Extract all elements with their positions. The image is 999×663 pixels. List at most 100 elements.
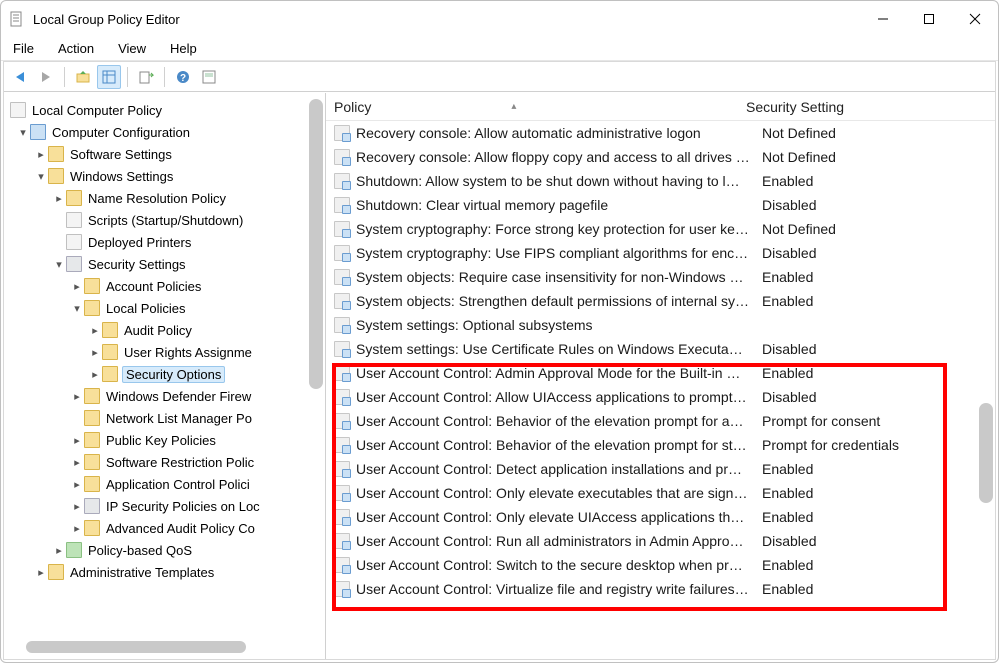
collapse-icon[interactable]: ▾ [52,258,66,271]
tree-security-settings[interactable]: ▾Security Settings [10,253,325,275]
tree-deployed-printers[interactable]: Deployed Printers [10,231,325,253]
tree-account-policies[interactable]: ▸Account Policies [10,275,325,297]
expand-icon[interactable]: ▸ [88,324,102,337]
help-button[interactable]: ? [171,65,195,89]
policy-row[interactable]: System objects: Strengthen default permi… [326,289,995,313]
up-button[interactable] [71,65,95,89]
policy-name: Recovery console: Allow floppy copy and … [356,149,762,165]
tree-local-policies[interactable]: ▾Local Policies [10,297,325,319]
tree-panel: Local Computer Policy ▾Computer Configur… [4,93,326,659]
tree-software-settings[interactable]: ▸Software Settings [10,143,325,165]
tree-name-resolution[interactable]: ▸Name Resolution Policy [10,187,325,209]
tree-root[interactable]: Local Computer Policy [10,99,325,121]
tree-advanced-audit[interactable]: ▸Advanced Audit Policy Co [10,517,325,539]
policy-row[interactable]: User Account Control: Only elevate execu… [326,481,995,505]
expand-icon[interactable]: ▸ [52,192,66,205]
expand-icon[interactable]: ▸ [88,368,102,381]
policy-icon [334,341,350,357]
menu-file[interactable]: File [13,41,34,56]
collapse-icon[interactable]: ▾ [70,302,84,315]
policy-row[interactable]: Shutdown: Allow system to be shut down w… [326,169,995,193]
policy-row[interactable]: Recovery console: Allow automatic admini… [326,121,995,145]
policy-row[interactable]: System cryptography: Force strong key pr… [326,217,995,241]
tree-software-restriction[interactable]: ▸Software Restriction Polic [10,451,325,473]
column-header[interactable]: Policy▴ Security Setting [326,93,995,121]
policy-row[interactable]: Shutdown: Clear virtual memory pagefileD… [326,193,995,217]
collapse-icon[interactable]: ▾ [34,170,48,183]
policy-name: System settings: Use Certificate Rules o… [356,341,762,357]
policy-icon [334,245,350,261]
policy-row[interactable]: User Account Control: Admin Approval Mod… [326,361,995,385]
expand-icon[interactable]: ▸ [70,456,84,469]
expand-icon[interactable]: ▸ [70,500,84,513]
policy-name: System settings: Optional subsystems [356,317,762,333]
folder-icon [48,564,64,580]
tree-security-options[interactable]: ▸Security Options [10,363,325,385]
tree-app-control[interactable]: ▸Application Control Polici [10,473,325,495]
back-button[interactable] [8,65,32,89]
policy-row[interactable]: System cryptography: Use FIPS compliant … [326,241,995,265]
policy-row[interactable]: System settings: Use Certificate Rules o… [326,337,995,361]
export-button[interactable] [134,65,158,89]
policy-row[interactable]: User Account Control: Behavior of the el… [326,433,995,457]
tree-ip-security[interactable]: ▸IP Security Policies on Loc [10,495,325,517]
expand-icon[interactable]: ▸ [88,346,102,359]
policy-setting: Disabled [762,197,995,213]
folder-icon [84,454,100,470]
tree-policy-qos[interactable]: ▸Policy-based QoS [10,539,325,561]
tree-computer-config[interactable]: ▾Computer Configuration [10,121,325,143]
expand-icon[interactable]: ▸ [34,148,48,161]
tree-user-rights[interactable]: ▸User Rights Assignme [10,341,325,363]
expand-icon[interactable]: ▸ [70,434,84,447]
policy-icon [334,173,350,189]
maximize-button[interactable] [906,1,952,37]
col-policy[interactable]: Policy [334,99,371,115]
expand-icon[interactable]: ▸ [34,566,48,579]
expand-icon[interactable]: ▸ [52,544,66,557]
properties-button[interactable] [197,65,221,89]
close-button[interactable] [952,1,998,37]
collapse-icon[interactable]: ▾ [16,126,30,139]
folder-icon [84,520,100,536]
menu-help[interactable]: Help [170,41,197,56]
folder-icon [84,410,100,426]
tree-defender-firewall[interactable]: ▸Windows Defender Firew [10,385,325,407]
view-list-button[interactable] [97,65,121,89]
policy-name: User Account Control: Switch to the secu… [356,557,762,573]
tree-network-list[interactable]: Network List Manager Po [10,407,325,429]
policy-icon [334,125,350,141]
tree-scripts[interactable]: Scripts (Startup/Shutdown) [10,209,325,231]
policy-row[interactable]: User Account Control: Allow UIAccess app… [326,385,995,409]
menu-action[interactable]: Action [58,41,94,56]
folder-icon [84,278,100,294]
policy-row[interactable]: User Account Control: Detect application… [326,457,995,481]
expand-icon[interactable]: ▸ [70,522,84,535]
content-frame: ? Local Computer Policy ▾Computer Config… [3,61,996,660]
expand-icon[interactable]: ▸ [70,478,84,491]
policy-row[interactable]: User Account Control: Virtualize file an… [326,577,995,601]
policy-row[interactable]: System objects: Require case insensitivi… [326,265,995,289]
policy-row[interactable]: User Account Control: Behavior of the el… [326,409,995,433]
menu-view[interactable]: View [118,41,146,56]
col-setting[interactable]: Security Setting [746,99,995,115]
list-scrollbar[interactable] [979,403,993,503]
policy-row[interactable]: User Account Control: Switch to the secu… [326,553,995,577]
policy-row[interactable]: System settings: Optional subsystems [326,313,995,337]
tree-windows-settings[interactable]: ▾Windows Settings [10,165,325,187]
tree-audit-policy[interactable]: ▸Audit Policy [10,319,325,341]
policy-row[interactable]: Recovery console: Allow floppy copy and … [326,145,995,169]
minimize-button[interactable] [860,1,906,37]
forward-button[interactable] [34,65,58,89]
nav-tree[interactable]: Local Computer Policy ▾Computer Configur… [4,93,325,639]
tree-hscrollbar[interactable] [8,639,321,655]
tree-public-key[interactable]: ▸Public Key Policies [10,429,325,451]
expand-icon[interactable]: ▸ [70,280,84,293]
policy-row[interactable]: User Account Control: Only elevate UIAcc… [326,505,995,529]
policy-setting: Enabled [762,485,995,501]
tree-admin-templates[interactable]: ▸Administrative Templates [10,561,325,583]
policy-icon [334,485,350,501]
policy-row[interactable]: User Account Control: Run all administra… [326,529,995,553]
tree-scrollbar[interactable] [309,99,323,389]
expand-icon[interactable]: ▸ [70,390,84,403]
policy-list[interactable]: Recovery console: Allow automatic admini… [326,121,995,659]
